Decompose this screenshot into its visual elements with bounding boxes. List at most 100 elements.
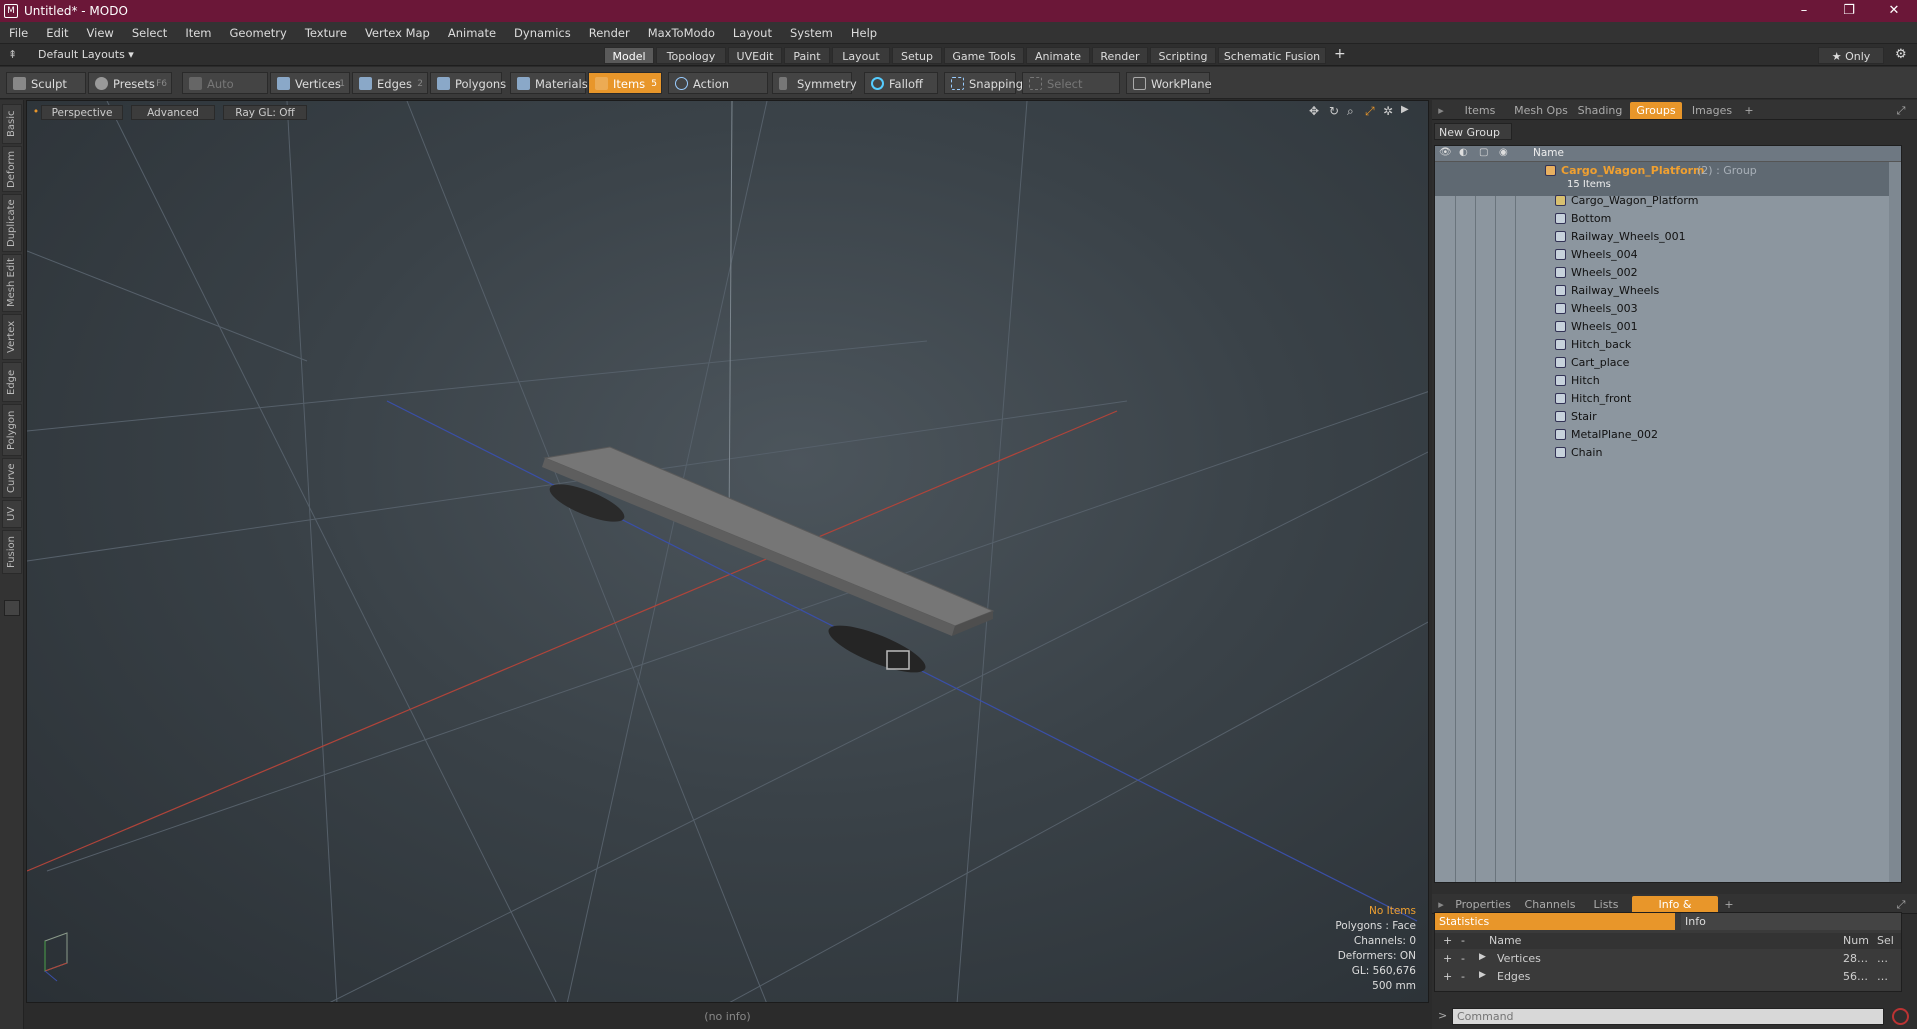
tab-expand-icon[interactable]	[4, 600, 20, 616]
menu-maxtomodo[interactable]: MaxToModo	[639, 26, 724, 40]
tab-images[interactable]: Images	[1686, 102, 1738, 119]
pan-icon[interactable]: ✥	[1309, 104, 1319, 118]
tab-lists[interactable]: Lists	[1584, 896, 1628, 913]
group-root-row[interactable]: Cargo_Wagon_Platform (2) : Group 15 Item…	[1435, 162, 1901, 196]
fit-icon[interactable]: ⤢	[1365, 104, 1375, 119]
tab-uv[interactable]: UV	[2, 500, 22, 528]
menu-layout[interactable]: Layout	[724, 26, 781, 40]
tab-paint[interactable]: Paint	[784, 47, 830, 64]
group-item[interactable]: Wheels_001	[1435, 318, 1901, 336]
tab-edge[interactable]: Edge	[2, 362, 22, 402]
tab-properties[interactable]: Properties	[1450, 896, 1516, 913]
viewport-more-icon[interactable]: ▶	[1401, 104, 1409, 115]
tab-scripting[interactable]: Scripting	[1150, 47, 1216, 64]
group-item[interactable]: Hitch_front	[1435, 390, 1901, 408]
minimize-button[interactable]: –	[1781, 0, 1827, 22]
tab-deform[interactable]: Deform	[2, 146, 22, 192]
auto-select-button[interactable]: Auto Select	[182, 72, 268, 113]
tab-game-tools[interactable]: Game Tools	[944, 47, 1024, 64]
polygons-button[interactable]: Polygons	[430, 72, 506, 94]
group-item[interactable]: Railway_Wheels_001	[1435, 228, 1901, 246]
tab-groups[interactable]: Groups	[1630, 102, 1682, 119]
3d-viewport[interactable]: • Perspective Advanced Ray GL: Off ✥ ↻ ⌕…	[26, 100, 1429, 1003]
add-panel-tab-icon[interactable]: +	[1722, 896, 1736, 913]
info-tab[interactable]: Info	[1681, 913, 1901, 930]
row-add-icon[interactable]: +	[1443, 970, 1452, 983]
row-expand-icon[interactable]: ▶	[1479, 952, 1486, 962]
stats-row-edges[interactable]: + - ▶ Edges 56… …	[1435, 969, 1901, 986]
sculpt-button[interactable]: Sculpt	[6, 72, 86, 94]
menu-animate[interactable]: Animate	[439, 26, 505, 40]
tab-uvedit[interactable]: UVEdit	[728, 47, 782, 64]
layout-dropdown[interactable]: Default Layouts ▾	[38, 48, 134, 61]
group-item[interactable]: Bottom	[1435, 210, 1901, 228]
tab-render[interactable]: Render	[1092, 47, 1148, 64]
group-item[interactable]: Cargo_Wagon_Platform	[1435, 192, 1901, 210]
menu-geometry[interactable]: Geometry	[221, 26, 296, 40]
tab-items[interactable]: Items	[1452, 102, 1508, 119]
panel-menu-icon[interactable]: ▸	[1436, 102, 1446, 119]
tab-setup[interactable]: Setup	[892, 47, 942, 64]
tab-basic[interactable]: Basic	[2, 104, 22, 144]
only-button[interactable]: ★ Only	[1818, 47, 1884, 64]
close-button[interactable]: ✕	[1871, 0, 1917, 22]
maximize-button[interactable]: ❐	[1826, 0, 1872, 22]
stats-row-vertices[interactable]: + - ▶ Vertices 28… …	[1435, 951, 1901, 968]
snapping-button[interactable]: Snapping	[944, 72, 1023, 94]
menu-system[interactable]: System	[781, 26, 842, 40]
group-item[interactable]: Hitch_back	[1435, 336, 1901, 354]
action-center-button[interactable]: Action Center	[668, 72, 768, 113]
tab-mesh-edit[interactable]: Mesh Edit	[2, 254, 22, 312]
expand-all-icon[interactable]: +	[1443, 934, 1452, 947]
record-icon[interactable]	[1892, 1008, 1909, 1025]
viewport-settings-icon[interactable]: ✲	[1383, 104, 1393, 118]
menu-help[interactable]: Help	[842, 26, 886, 40]
command-input[interactable]	[1452, 1008, 1884, 1025]
collapse-all-icon[interactable]: -	[1461, 934, 1465, 947]
menu-file[interactable]: File	[0, 26, 37, 40]
tab-curve[interactable]: Curve	[2, 458, 22, 498]
groups-scrollbar[interactable]	[1889, 162, 1901, 882]
menu-render[interactable]: Render	[580, 26, 639, 40]
group-item[interactable]: Wheels_004	[1435, 246, 1901, 264]
gear-icon[interactable]: ⚙	[1895, 47, 1907, 62]
tab-channels[interactable]: Channels	[1520, 896, 1580, 913]
tab-duplicate[interactable]: Duplicate	[2, 194, 22, 252]
menu-vertex-map[interactable]: Vertex Map	[356, 26, 439, 40]
tab-model[interactable]: Model	[604, 47, 654, 64]
materials-button[interactable]: Materials	[510, 72, 588, 94]
menu-edit[interactable]: Edit	[37, 26, 77, 40]
tab-layout[interactable]: Layout	[832, 47, 890, 64]
group-item[interactable]: Railway_Wheels	[1435, 282, 1901, 300]
symmetry-button[interactable]: Symmetry	[772, 72, 857, 94]
tab-animate[interactable]: Animate	[1026, 47, 1090, 64]
menu-select[interactable]: Select	[123, 26, 176, 40]
panel-expand-icon[interactable]: ⤢	[1892, 896, 1910, 913]
menu-view[interactable]: View	[78, 26, 123, 40]
row-remove-icon[interactable]: -	[1461, 970, 1465, 983]
advanced-dropdown[interactable]: Advanced	[131, 105, 215, 120]
group-item[interactable]: Chain	[1435, 444, 1901, 462]
tab-topology[interactable]: Topology	[656, 47, 726, 64]
group-item[interactable]: MetalPlane_002	[1435, 426, 1901, 444]
add-panel-tab-icon[interactable]: +	[1742, 102, 1756, 119]
group-item[interactable]: Wheels_002	[1435, 264, 1901, 282]
layout-lock-icon[interactable]: ⇞	[8, 48, 17, 61]
group-item[interactable]: Stair	[1435, 408, 1901, 426]
items-button[interactable]: Items 5	[588, 72, 662, 94]
wagon-model[interactable]	[542, 446, 995, 681]
tab-shading[interactable]: Shading	[1574, 102, 1626, 119]
group-item[interactable]: Hitch	[1435, 372, 1901, 390]
group-item[interactable]: Wheels_003	[1435, 300, 1901, 318]
presets-button[interactable]: Presets F6	[88, 72, 172, 94]
add-tab-icon[interactable]: +	[1334, 46, 1346, 62]
tab-mesh-ops[interactable]: Mesh Ops	[1512, 102, 1570, 119]
vertices-button[interactable]: Vertices 1	[270, 72, 350, 94]
tab-schematic-fusion[interactable]: Schematic Fusion	[1218, 47, 1326, 64]
tab-vertex[interactable]: Vertex	[2, 314, 22, 360]
tab-fusion[interactable]: Fusion	[2, 530, 22, 574]
panel-expand-icon[interactable]: ⤢	[1892, 102, 1910, 119]
row-add-icon[interactable]: +	[1443, 952, 1452, 965]
menu-item[interactable]: Item	[176, 26, 220, 40]
menu-dynamics[interactable]: Dynamics	[505, 26, 580, 40]
